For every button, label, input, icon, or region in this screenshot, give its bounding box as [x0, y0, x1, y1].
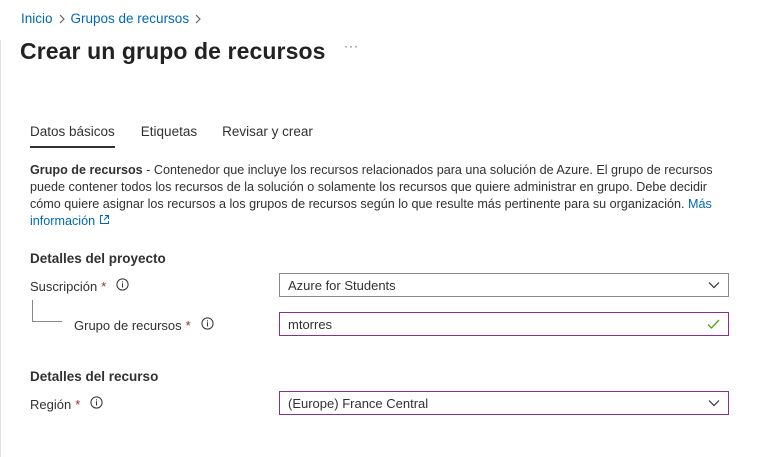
info-icon[interactable] [90, 396, 103, 412]
tree-connector [32, 300, 33, 322]
breadcrumb-resource-groups-link[interactable]: Grupos de recursos [71, 11, 190, 26]
description-text: Grupo de recursos - Contenedor que inclu… [30, 162, 730, 230]
tab-review-create[interactable]: Revisar y crear [222, 124, 313, 148]
chevron-down-icon [708, 397, 720, 412]
tab-basics[interactable]: Datos básicos [30, 124, 115, 148]
info-icon[interactable] [116, 278, 129, 294]
subscription-label-row: Suscripción * [30, 278, 129, 294]
chevron-down-icon [708, 279, 720, 294]
subscription-dropdown[interactable]: Azure for Students [279, 273, 729, 297]
description-term: Grupo de recursos [30, 163, 143, 177]
more-options-button[interactable]: ··· [344, 39, 359, 53]
required-marker: * [101, 278, 107, 294]
resource-group-label: Grupo de recursos [74, 317, 182, 333]
page-title: Crear un grupo de recursos [20, 38, 326, 64]
region-value: (Europe) France Central [288, 395, 429, 411]
subscription-value: Azure for Students [288, 277, 396, 293]
breadcrumb: Inicio Grupos de recursos [21, 11, 207, 26]
chevron-right-icon [189, 11, 207, 26]
check-icon [707, 318, 720, 333]
tab-bar: Datos básicos Etiquetas Revisar y crear [30, 124, 339, 148]
external-link-icon [99, 215, 109, 224]
region-label: Región [30, 396, 72, 412]
region-label-row: Región * [30, 396, 103, 412]
subscription-label: Suscripción [30, 278, 98, 294]
blade-left-border [0, 40, 1, 457]
resource-group-value: mtorres [288, 316, 333, 332]
project-details-heading: Detalles del proyecto [30, 251, 166, 266]
tree-connector [32, 321, 62, 322]
chevron-right-icon [53, 11, 71, 26]
required-marker: * [185, 317, 191, 333]
info-icon[interactable] [201, 317, 214, 333]
resource-details-heading: Detalles del recurso [30, 369, 159, 384]
tab-tags[interactable]: Etiquetas [141, 124, 197, 148]
required-marker: * [75, 396, 81, 412]
region-dropdown[interactable]: (Europe) France Central [279, 391, 729, 415]
resource-group-label-row: Grupo de recursos * [74, 317, 214, 333]
breadcrumb-home-link[interactable]: Inicio [21, 11, 53, 26]
resource-group-input[interactable]: mtorres [279, 312, 729, 336]
